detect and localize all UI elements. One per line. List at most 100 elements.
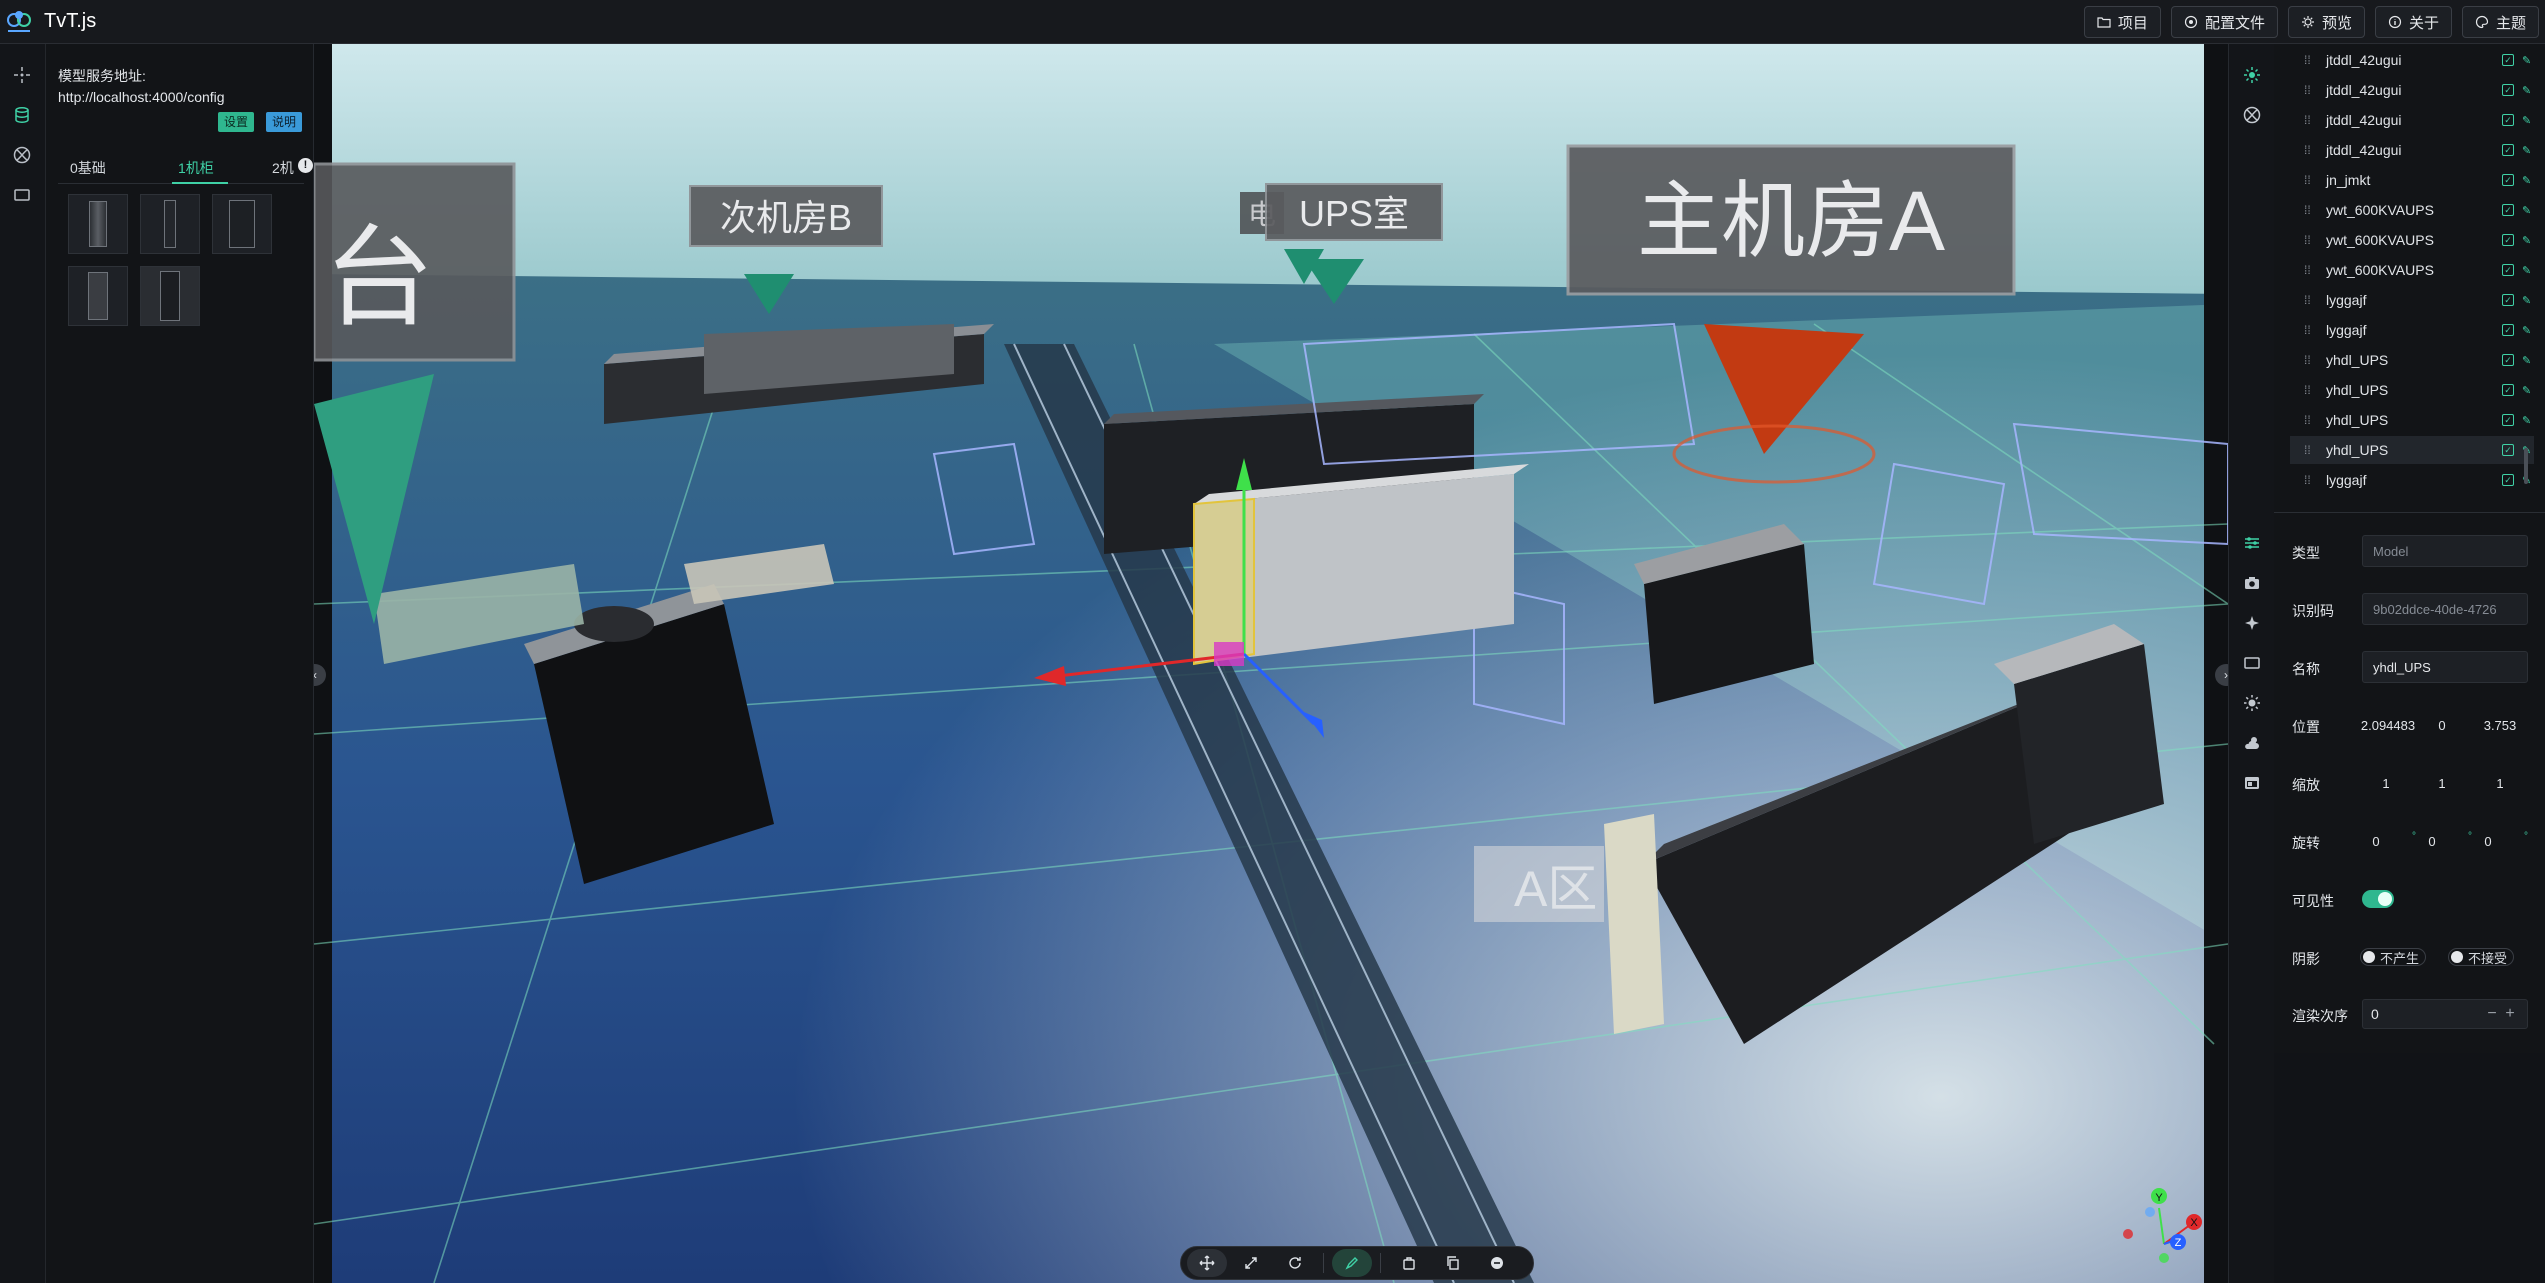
visibility-checkbox[interactable]: ✓	[2502, 474, 2514, 486]
model-thumbnail[interactable]	[212, 194, 272, 254]
scale-x-input[interactable]: 1	[2358, 776, 2414, 791]
move-tool-icon[interactable]	[11, 64, 33, 86]
3d-viewport[interactable]: 台 次机房B 电 UPS室 主机房A A区 Y X Z ›	[314, 44, 2228, 1283]
drag-handle-icon[interactable]: ⁞⁞	[2304, 143, 2318, 157]
tree-item[interactable]: ⁞⁞ jtddl_42ugui ✓ ✎	[2290, 76, 2534, 104]
set-button[interactable]: 设置	[218, 112, 255, 132]
visibility-toggle[interactable]	[2362, 890, 2394, 908]
visibility-checkbox[interactable]: ✓	[2502, 414, 2514, 426]
camera-icon[interactable]	[2241, 572, 2263, 594]
drag-handle-icon[interactable]: ⁞⁞	[2304, 53, 2318, 67]
tree-item-selected[interactable]: ⁞⁞yhdl_UPS✓✎	[2290, 436, 2534, 464]
copy-button[interactable]	[1433, 1249, 1473, 1277]
visibility-checkbox[interactable]: ✓	[2502, 324, 2514, 336]
tree-item[interactable]: ⁞⁞ jtddl_42ugui ✓ ✎	[2290, 136, 2534, 164]
visibility-checkbox[interactable]: ✓	[2502, 174, 2514, 186]
edit-icon[interactable]: ✎	[2522, 294, 2534, 307]
edit-icon[interactable]: ✎	[2522, 204, 2534, 217]
tab-basic[interactable]: 0基础	[70, 158, 106, 178]
edit-icon[interactable]: ✎	[2522, 174, 2534, 187]
tree-item[interactable]: ⁞⁞ yhdl_UPS ✓ ✎	[2290, 346, 2534, 374]
screen-icon[interactable]	[11, 184, 33, 206]
translate-tool-button[interactable]	[1187, 1249, 1227, 1277]
tab-machine[interactable]: 2机	[272, 158, 294, 178]
edit-icon[interactable]: ✎	[2522, 384, 2534, 397]
tree-item[interactable]: ⁞⁞ ywt_600KVAUPS ✓ ✎	[2290, 256, 2534, 284]
rotation-z-input[interactable]: 0	[2460, 834, 2516, 849]
import-button[interactable]	[1389, 1249, 1429, 1277]
drag-handle-icon[interactable]: ⁞⁞	[2304, 113, 2318, 127]
visibility-checkbox[interactable]: ✓	[2502, 114, 2514, 126]
tree-item[interactable]: ⁞⁞ jtddl_42ugui ✓ ✎	[2290, 46, 2534, 74]
rotate-tool-button[interactable]	[1275, 1249, 1315, 1277]
tree-item[interactable]: ⁞⁞lyggajf✓✎	[2290, 316, 2534, 344]
decrement-button[interactable]: −	[2483, 1005, 2501, 1023]
tree-item[interactable]: ⁞⁞ jn_jmkt ✓ ✎	[2290, 166, 2534, 194]
tree-item[interactable]: ⁞⁞ yhdl_UPS ✓ ✎	[2290, 376, 2534, 404]
edit-icon[interactable]: ✎	[2522, 114, 2534, 127]
cast-shadow-toggle[interactable]: 不产生	[2360, 948, 2427, 966]
visibility-checkbox[interactable]: ✓	[2502, 234, 2514, 246]
rotation-x-input[interactable]: 0	[2348, 834, 2404, 849]
position-x-input[interactable]: 2.094483	[2358, 718, 2418, 733]
visibility-checkbox[interactable]: ✓	[2502, 54, 2514, 66]
theme-button[interactable]: 主题	[2461, 6, 2539, 38]
edit-icon[interactable]: ✎	[2522, 234, 2534, 247]
about-button[interactable]: 关于	[2374, 6, 2452, 38]
edit-icon[interactable]: ✎	[2522, 54, 2534, 67]
scale-z-input[interactable]: 1	[2472, 776, 2528, 791]
scene-canvas[interactable]: 台 次机房B 电 UPS室 主机房A A区 Y X Z	[314, 44, 2228, 1283]
increment-button[interactable]: +	[2501, 1005, 2519, 1023]
tab-cabinet[interactable]: 1机柜	[178, 158, 214, 178]
visibility-checkbox[interactable]: ✓	[2502, 204, 2514, 216]
drag-handle-icon[interactable]: ⁞⁞	[2304, 293, 2318, 307]
edit-icon[interactable]: ✎	[2522, 414, 2534, 427]
tree-item[interactable]: ⁞⁞ yhdl_UPS ✓ ✎	[2290, 406, 2534, 434]
tree-item[interactable]: ⁞⁞lyggajf✓✎	[2290, 466, 2534, 494]
paint-tool-button[interactable]	[1332, 1249, 1372, 1277]
visibility-checkbox[interactable]: ✓	[2502, 444, 2514, 456]
edit-icon[interactable]: ✎	[2522, 84, 2534, 97]
xbox-icon[interactable]	[11, 144, 33, 166]
project-button[interactable]: 项目	[2083, 6, 2161, 38]
tree-scrollbar[interactable]	[2524, 448, 2528, 484]
edit-icon[interactable]: ✎	[2522, 264, 2534, 277]
model-thumbnail[interactable]	[140, 194, 200, 254]
name-input[interactable]: yhdl_UPS	[2362, 651, 2528, 683]
rotation-y-input[interactable]: 0	[2404, 834, 2460, 849]
window-icon[interactable]	[2241, 772, 2263, 794]
tree-item[interactable]: ⁞⁞lyggajf✓✎	[2290, 286, 2534, 314]
drag-handle-icon[interactable]: ⁞⁞	[2304, 263, 2318, 277]
drag-handle-icon[interactable]: ⁞⁞	[2304, 173, 2318, 187]
scene-tree-icon[interactable]	[2241, 64, 2263, 86]
sun-icon[interactable]	[2241, 692, 2263, 714]
help-button[interactable]: 说明	[266, 112, 303, 132]
visibility-checkbox[interactable]: ✓	[2502, 84, 2514, 96]
tree-item[interactable]: ⁞⁞ jtddl_42ugui ✓ ✎	[2290, 106, 2534, 134]
visibility-checkbox[interactable]: ✓	[2502, 384, 2514, 396]
drag-handle-icon[interactable]: ⁞⁞	[2304, 233, 2318, 247]
edit-icon[interactable]: ✎	[2522, 324, 2534, 337]
edit-icon[interactable]: ✎	[2522, 354, 2534, 367]
render-order-value[interactable]: 0	[2371, 1006, 2483, 1022]
drag-handle-icon[interactable]: ⁞⁞	[2304, 473, 2318, 487]
tree-item[interactable]: ⁞⁞ ywt_600KVAUPS ✓ ✎	[2290, 196, 2534, 224]
screen-icon[interactable]	[2241, 652, 2263, 674]
model-thumbnail[interactable]	[68, 194, 128, 254]
drag-handle-icon[interactable]: ⁞⁞	[2304, 83, 2318, 97]
drag-handle-icon[interactable]: ⁞⁞	[2304, 413, 2318, 427]
sliders-icon[interactable]	[2241, 532, 2263, 554]
visibility-checkbox[interactable]: ✓	[2502, 294, 2514, 306]
position-y-input[interactable]: 0	[2414, 718, 2470, 733]
drag-handle-icon[interactable]: ⁞⁞	[2304, 383, 2318, 397]
drag-handle-icon[interactable]: ⁞⁞	[2304, 353, 2318, 367]
config-file-button[interactable]: 配置文件	[2170, 6, 2278, 38]
drag-handle-icon[interactable]: ⁞⁞	[2304, 323, 2318, 337]
visibility-checkbox[interactable]: ✓	[2502, 354, 2514, 366]
scale-tool-button[interactable]	[1231, 1249, 1271, 1277]
visibility-checkbox[interactable]: ✓	[2502, 264, 2514, 276]
edit-icon[interactable]: ✎	[2522, 144, 2534, 157]
weather-icon[interactable]	[2241, 732, 2263, 754]
model-thumbnail[interactable]	[140, 266, 200, 326]
info-icon[interactable]: !	[298, 158, 313, 173]
